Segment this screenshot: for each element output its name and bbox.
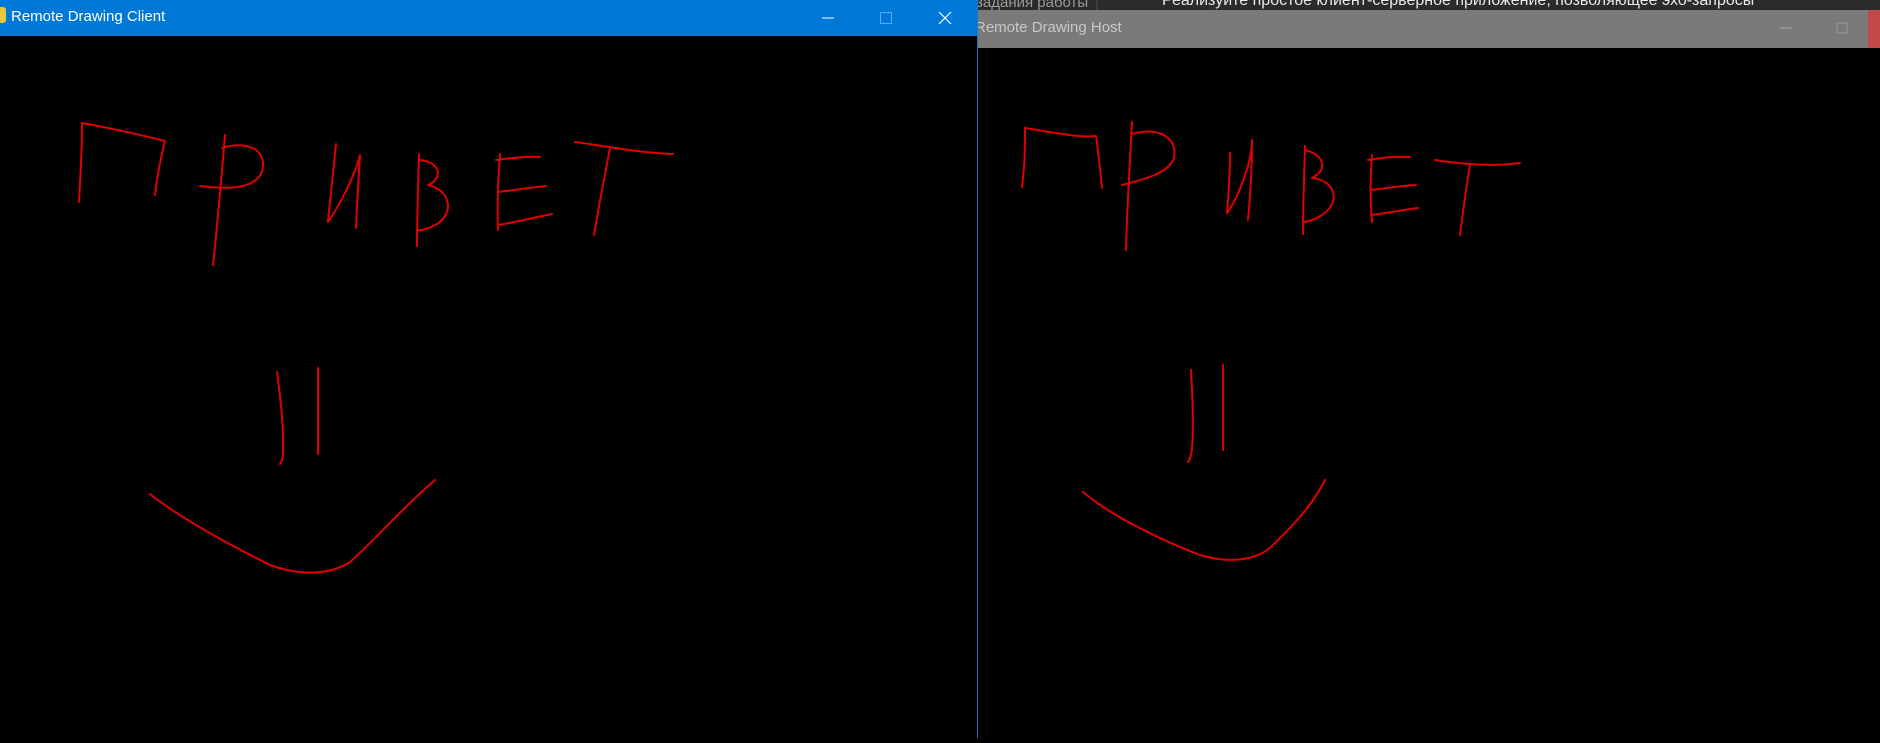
host-minimize-button[interactable]: [1771, 16, 1801, 40]
host-stroke-letter-v-bowls: [1302, 149, 1335, 223]
host-titlebar[interactable]: Remote Drawing Host: [975, 10, 1880, 48]
client-maximize-button[interactable]: [858, 0, 914, 36]
client-titlebar[interactable]: Remote Drawing Client: [0, 0, 977, 36]
app-icon: [0, 7, 6, 23]
client-stroke-smile: [149, 479, 436, 574]
minimize-icon: [822, 17, 834, 19]
maximize-icon: [880, 12, 892, 24]
host-drawing-canvas[interactable]: [975, 48, 1880, 738]
client-window-title: Remote Drawing Client: [11, 8, 166, 25]
minimize-icon: [1780, 27, 1792, 29]
client-stroke-eye-left: [276, 371, 285, 465]
client-stroke-letter-p: [78, 122, 166, 203]
host-close-button[interactable]: [1868, 10, 1880, 48]
host-stroke-letter-e: [1367, 154, 1419, 223]
close-icon: [938, 11, 952, 25]
host-stroke-letter-r: [1125, 121, 1133, 251]
client-stroke-letter-r-bowl: [199, 144, 265, 189]
host-stroke-letter-v: [1302, 145, 1306, 235]
host-stroke-letter-i: [1226, 139, 1253, 221]
host-drawing: [1021, 121, 1521, 561]
client-stroke-letter-r: [212, 134, 226, 266]
background-instruction-text: Реализуйте простое клиент-серверное прил…: [1162, 0, 1755, 9]
client-stroke-letter-v-bowls: [416, 159, 449, 232]
host-window-title: Remote Drawing Host: [975, 19, 1122, 36]
client-stroke-letter-i: [327, 143, 361, 229]
client-stroke-letter-e: [495, 153, 553, 231]
client-close-button[interactable]: [917, 0, 973, 36]
client-drawing-canvas[interactable]: [0, 36, 976, 738]
client-minimize-button[interactable]: [800, 0, 856, 36]
client-stroke-letter-v: [416, 153, 420, 247]
maximize-icon: [1836, 22, 1848, 34]
client-drawing: [78, 122, 674, 574]
host-stroke-eye-left: [1187, 369, 1194, 463]
host-window: Remote Drawing Host: [975, 10, 1880, 738]
host-stroke-smile: [1082, 479, 1326, 561]
client-window: Remote Drawing Client: [0, 0, 978, 738]
host-stroke-letter-t: [1434, 159, 1521, 236]
host-stroke-letter-p: [1021, 127, 1103, 189]
client-stroke-letter-t: [574, 141, 674, 236]
host-maximize-button[interactable]: [1827, 16, 1857, 40]
